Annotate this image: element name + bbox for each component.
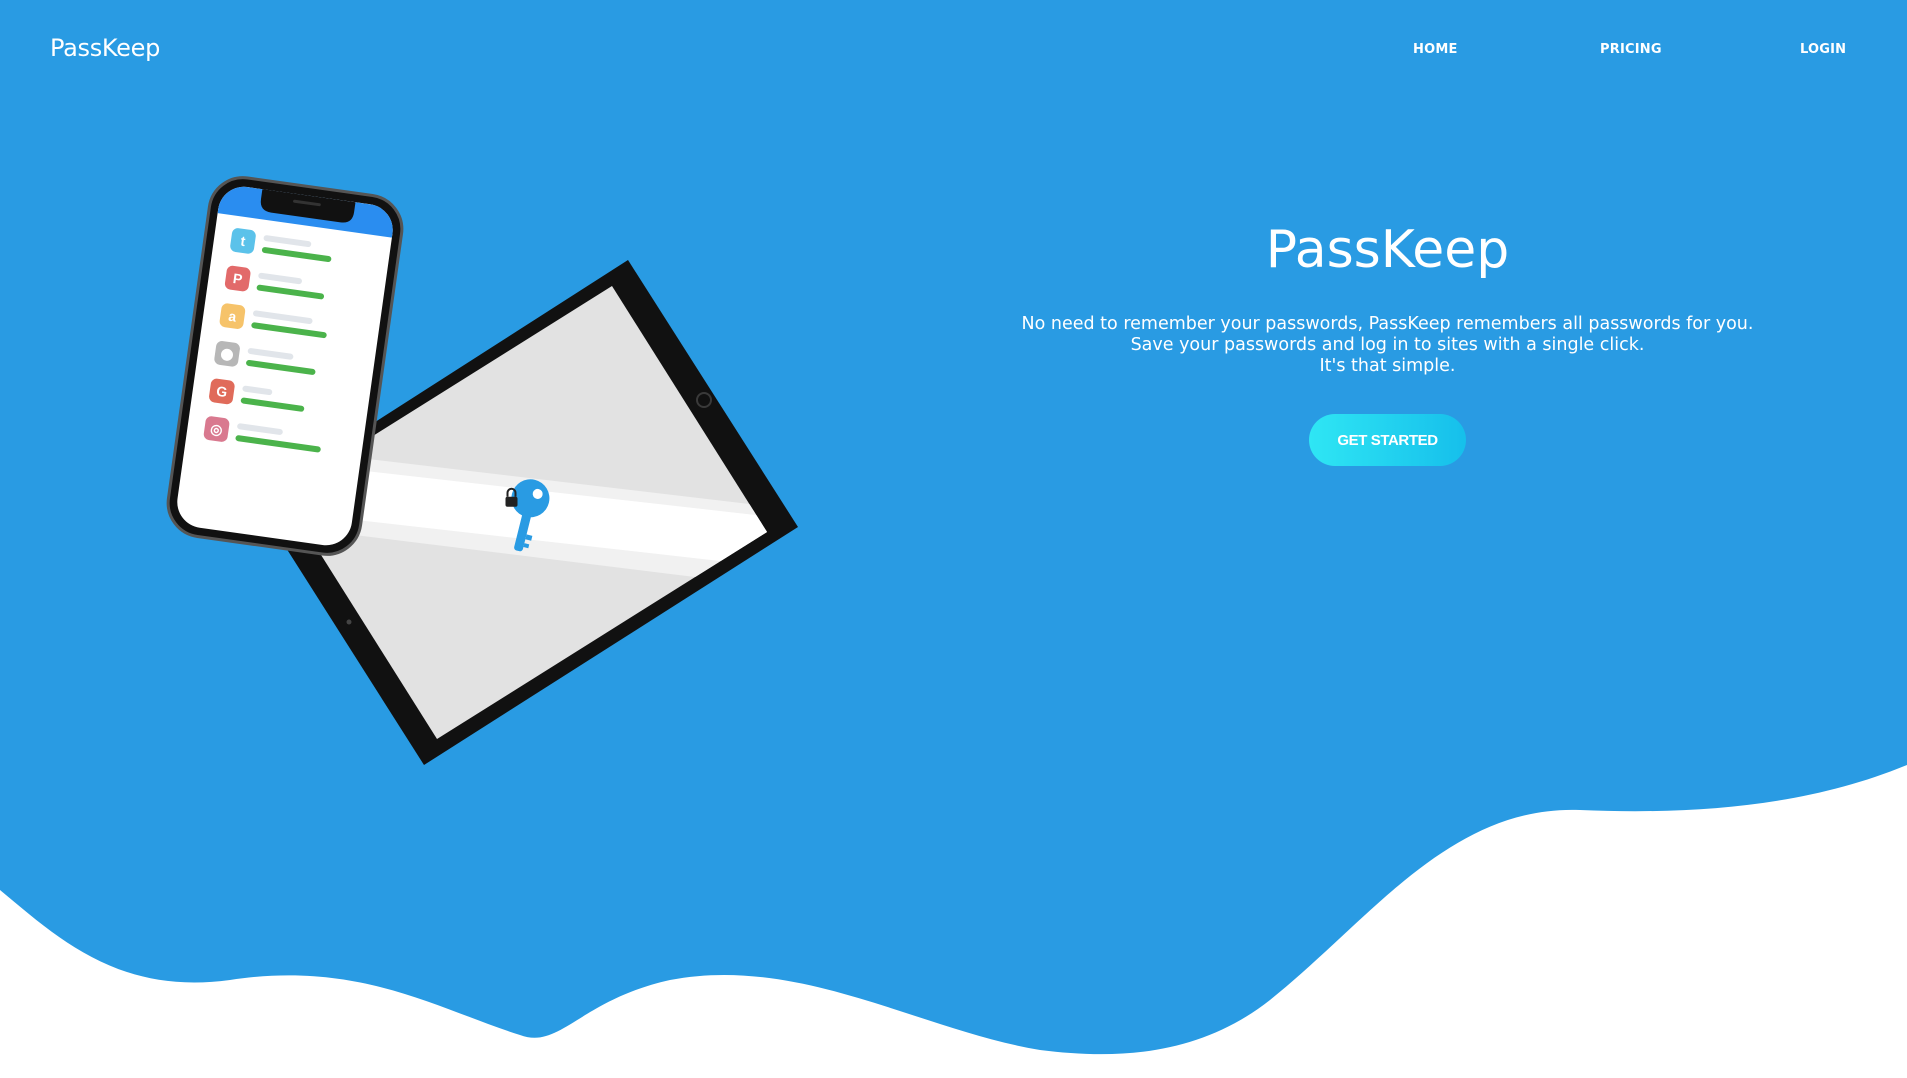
hero-description-line: No need to remember your passwords, Pass… [1021, 314, 1754, 334]
hero-description-line: Save your passwords and log in to sites … [1130, 335, 1645, 355]
devices-illustration: tPaG◎ [166, 176, 798, 765]
tablet-camera [346, 619, 352, 625]
hero-description-line: It's that simple. [1319, 356, 1456, 376]
google-icon-glyph: G [215, 383, 228, 400]
nav-link-home[interactable]: HOME [1413, 42, 1458, 57]
nav-link-pricing[interactable]: PRICING [1600, 42, 1662, 57]
hero-title: PassKeep [1265, 220, 1510, 280]
hero-description: No need to remember your passwords, Pass… [960, 314, 1815, 377]
instagram-icon-glyph: ◎ [209, 420, 223, 438]
nav-link-login[interactable]: LOGIN [1800, 42, 1846, 57]
get-started-button[interactable]: GET STARTED [1309, 414, 1466, 466]
hero-content: PassKeep No need to remember your passwo… [960, 210, 1815, 377]
